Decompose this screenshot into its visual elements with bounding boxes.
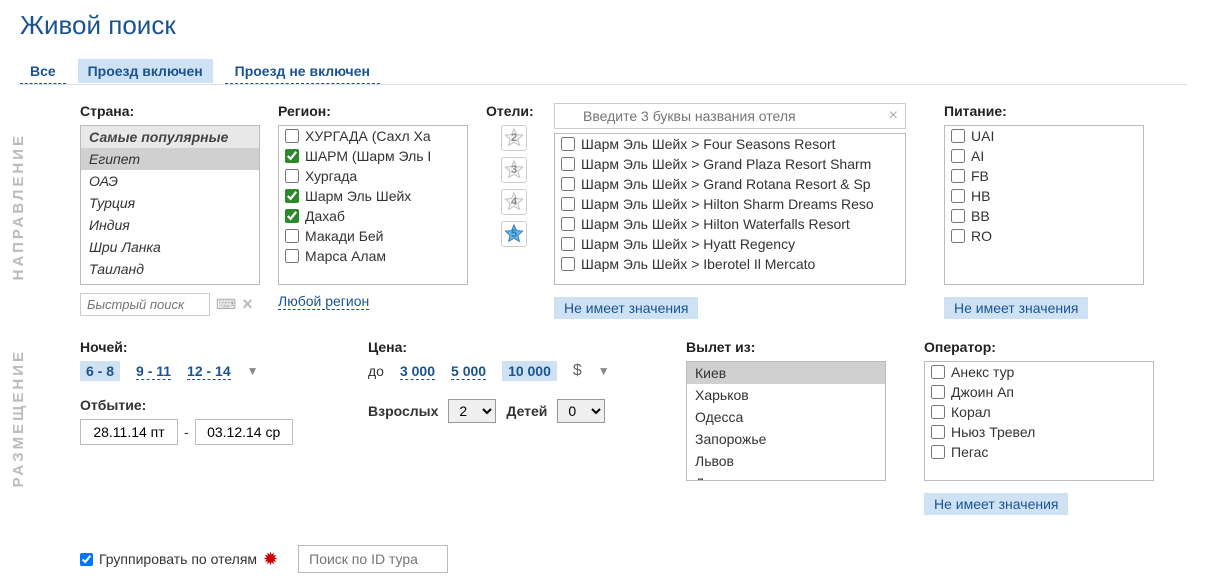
- region-item[interactable]: Макади Бей: [279, 226, 467, 246]
- section-label-placement: РАЗМЕЩЕНИЕ: [10, 349, 27, 487]
- any-region-link[interactable]: Любой регион: [278, 293, 369, 310]
- meal-item[interactable]: FB: [945, 166, 1143, 186]
- clear-icon[interactable]: ×: [889, 107, 898, 125]
- price-option[interactable]: 10 000: [502, 361, 557, 381]
- tab-transport-excluded[interactable]: Проезд не включен: [225, 59, 380, 84]
- region-item[interactable]: ХУРГАДА (Сахл Ха: [279, 126, 467, 146]
- flyfrom-listbox[interactable]: Киев Харьков Одесса Запорожье Львов Днеп…: [686, 361, 886, 481]
- departure-to[interactable]: [195, 419, 293, 445]
- tab-transport-included[interactable]: Проезд включен: [78, 59, 213, 83]
- nights-option[interactable]: 9 - 11: [136, 363, 171, 380]
- price-option[interactable]: 3 000: [400, 363, 435, 380]
- region-item[interactable]: Дахаб: [279, 206, 467, 226]
- hotel-item[interactable]: Шарм Эль Шейх > Hilton Sharm Dreams Reso: [555, 194, 905, 214]
- meals-listbox[interactable]: UAI AI FB HB BB RO: [944, 125, 1144, 285]
- meal-item[interactable]: BB: [945, 206, 1143, 226]
- adults-select[interactable]: 2: [448, 399, 496, 423]
- hotel-item[interactable]: Шарм Эль Шейх > Hyatt Regency: [555, 234, 905, 254]
- flyfrom-item[interactable]: Запорожье: [687, 428, 885, 450]
- country-item[interactable]: Таиланд: [81, 258, 259, 280]
- hotels-irrelevant[interactable]: Не имеет значения: [554, 297, 698, 319]
- departure-from[interactable]: [80, 419, 178, 445]
- hotel-item[interactable]: Шарм Эль Шейх > Iberotel Il Mercato: [555, 254, 905, 274]
- flyfrom-item[interactable]: Киев: [687, 362, 885, 384]
- meal-item[interactable]: AI: [945, 146, 1143, 166]
- tabs: Все Проезд включен Проезд не включен: [20, 59, 1187, 85]
- clear-icon[interactable]: ×: [242, 294, 253, 315]
- operator-item[interactable]: Анекс тур: [925, 362, 1153, 382]
- date-dash: -: [184, 424, 189, 440]
- star-3[interactable]: 3: [501, 157, 527, 183]
- chevron-down-icon[interactable]: ▼: [247, 364, 259, 378]
- flyfrom-label: Вылет из:: [686, 339, 886, 355]
- group-by-hotels-label: Группировать по отелям: [99, 551, 257, 567]
- hotel-search-input[interactable]: [554, 103, 906, 129]
- country-group-popular: Самые популярные: [81, 126, 259, 148]
- nights-option[interactable]: 6 - 8: [80, 361, 120, 381]
- group-by-hotels-checkbox[interactable]: [80, 553, 93, 566]
- country-listbox[interactable]: Самые популярные Египет ОАЭ Турция Индия…: [80, 125, 260, 285]
- country-item[interactable]: Турция: [81, 192, 259, 214]
- country-item[interactable]: ОАЭ: [81, 170, 259, 192]
- meal-item[interactable]: RO: [945, 226, 1143, 246]
- country-quick-search[interactable]: [80, 293, 210, 316]
- page-title: Живой поиск: [20, 10, 1187, 41]
- currency: $: [573, 362, 582, 380]
- hotel-item[interactable]: Шарм Эль Шейх > Four Seasons Resort: [555, 134, 905, 154]
- tour-id-search[interactable]: [298, 545, 448, 573]
- star-2[interactable]: 2: [501, 125, 527, 151]
- hotels-listbox[interactable]: Шарм Эль Шейх > Four Seasons Resort Шарм…: [554, 133, 906, 285]
- country-item[interactable]: Индия: [81, 214, 259, 236]
- star-5[interactable]: 5: [501, 221, 527, 247]
- operator-item[interactable]: Корал: [925, 402, 1153, 422]
- operator-item[interactable]: Джоин Ап: [925, 382, 1153, 402]
- flyfrom-item[interactable]: Одесса: [687, 406, 885, 428]
- meals-label: Питание:: [944, 103, 1144, 119]
- star-filter: 2 3 4 5: [486, 125, 542, 247]
- operator-listbox[interactable]: Анекс тур Джоин Ап Корал Ньюз Тревел Пег…: [924, 361, 1154, 481]
- section-label-direction: НАПРАВЛЕНИЕ: [10, 133, 27, 280]
- chevron-down-icon[interactable]: ▼: [598, 364, 610, 378]
- price-label: Цена:: [368, 339, 668, 355]
- children-label: Детей: [506, 403, 547, 419]
- flyfrom-item[interactable]: Львов: [687, 450, 885, 472]
- price-option[interactable]: 5 000: [451, 363, 486, 380]
- operator-irrelevant[interactable]: Не имеет значения: [924, 493, 1068, 515]
- meal-item[interactable]: HB: [945, 186, 1143, 206]
- region-label: Регион:: [278, 103, 468, 119]
- region-item[interactable]: Шарм Эль Шейх: [279, 186, 467, 206]
- star-4[interactable]: 4: [501, 189, 527, 215]
- tab-all[interactable]: Все: [20, 59, 66, 84]
- meal-item[interactable]: UAI: [945, 126, 1143, 146]
- group-by-hotels[interactable]: Группировать по отелям ✹: [80, 549, 278, 570]
- flyfrom-item[interactable]: Днепропетровск: [687, 472, 885, 481]
- region-listbox[interactable]: ХУРГАДА (Сахл Ха ШАРМ (Шарм Эль I Хургад…: [278, 125, 468, 285]
- operator-item[interactable]: Ньюз Тревел: [925, 422, 1153, 442]
- hotel-item[interactable]: Шарм Эль Шейх > Grand Rotana Resort & Sp: [555, 174, 905, 194]
- adults-label: Взрослых: [368, 403, 438, 419]
- flyfrom-item[interactable]: Харьков: [687, 384, 885, 406]
- departure-label: Отбытие:: [80, 397, 350, 413]
- country-item[interactable]: Шри Ланка: [81, 236, 259, 258]
- country-item[interactable]: Египет: [81, 148, 259, 170]
- region-item[interactable]: Хургада: [279, 166, 467, 186]
- keyboard-icon[interactable]: ⌨: [216, 296, 236, 313]
- burst-icon: ✹: [263, 549, 278, 570]
- meals-irrelevant[interactable]: Не имеет значения: [944, 297, 1088, 319]
- nights-label: Ночей:: [80, 339, 350, 355]
- region-item[interactable]: ШАРМ (Шарм Эль I: [279, 146, 467, 166]
- price-prefix: до: [368, 363, 384, 379]
- operator-item[interactable]: Пегас: [925, 442, 1153, 462]
- hotels-label: Отели:: [486, 103, 542, 119]
- region-item[interactable]: Марса Алам: [279, 246, 467, 266]
- nights-option[interactable]: 12 - 14: [187, 363, 231, 380]
- operator-label: Оператор:: [924, 339, 1154, 355]
- country-label: Страна:: [80, 103, 260, 119]
- hotel-item[interactable]: Шарм Эль Шейх > Grand Plaza Resort Sharm: [555, 154, 905, 174]
- hotel-item[interactable]: Шарм Эль Шейх > Hilton Waterfalls Resort: [555, 214, 905, 234]
- children-select[interactable]: 0: [557, 399, 605, 423]
